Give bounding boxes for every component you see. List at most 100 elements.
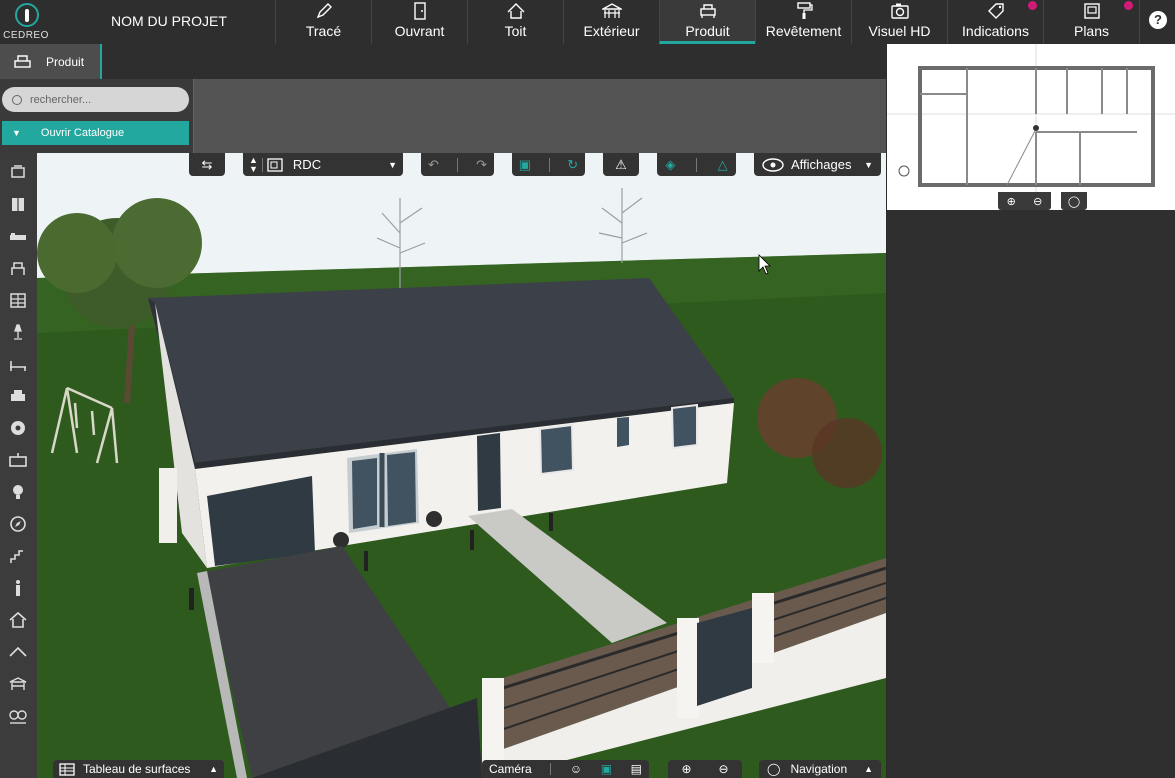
- ball-icon[interactable]: [8, 419, 28, 437]
- 3d-viewport[interactable]: [37, 153, 886, 778]
- tab-label: Visuel HD: [868, 23, 931, 39]
- left-toolbar: [0, 153, 37, 778]
- tab-ouvrant[interactable]: Ouvrant: [371, 0, 467, 44]
- zoom-out-icon[interactable]: ⊖: [1033, 195, 1042, 208]
- level-label: RDC: [292, 157, 322, 172]
- stairs-icon[interactable]: [8, 547, 28, 565]
- lamp-icon[interactable]: [8, 323, 28, 341]
- separator: [457, 157, 458, 172]
- surfaces-label: Tableau de surfaces: [83, 762, 191, 776]
- swap-view-button[interactable]: ⇆: [189, 153, 225, 176]
- roof-icon: [507, 3, 524, 19]
- separator: [548, 157, 550, 172]
- bench-icon[interactable]: [8, 355, 28, 373]
- house-icon[interactable]: [8, 611, 28, 629]
- search-input[interactable]: rechercher...: [2, 87, 189, 112]
- updown-icon: ▲ ▼: [249, 154, 258, 174]
- tab-label: Tracé: [305, 23, 342, 39]
- shelf-icon[interactable]: [8, 291, 28, 309]
- separator: [550, 763, 552, 775]
- tab-exterieur[interactable]: Extérieur: [563, 0, 659, 44]
- chevron-up-icon: ▲: [209, 764, 218, 774]
- gazebo-icon[interactable]: [8, 675, 28, 693]
- undo-icon[interactable]: ↶: [428, 157, 439, 173]
- chevron-down-icon: ▼: [388, 159, 397, 170]
- table-icon: [59, 762, 75, 776]
- chair-icon[interactable]: [8, 259, 28, 277]
- floor-plan-icon: [267, 157, 283, 172]
- open-catalogue-button[interactable]: ▼ Ouvrir Catalogue: [2, 121, 189, 145]
- project-name[interactable]: NOM DU PROJET: [111, 13, 227, 29]
- undo-redo: ↶ ↷: [421, 153, 494, 176]
- navigation-menu[interactable]: ◯ Navigation ▲: [759, 760, 881, 778]
- wall-object-icon[interactable]: [8, 163, 28, 181]
- help-button[interactable]: ?: [1139, 0, 1175, 44]
- terrain-icon[interactable]: △: [718, 157, 728, 173]
- cedreo-logo[interactable]: CEDREO: [0, 0, 60, 44]
- panel-left: rechercher... ▼ Ouvrir Catalogue: [0, 79, 194, 153]
- catalogue-label: Ouvrir Catalogue: [40, 127, 125, 139]
- zoom-out-icon[interactable]: ⊖: [718, 762, 728, 776]
- tab-produit[interactable]: Produit: [659, 0, 755, 44]
- minimap-pan-button[interactable]: ◯: [1061, 192, 1087, 210]
- tab-visuel-hd[interactable]: Visuel HD: [851, 0, 947, 44]
- redo-icon[interactable]: ↷: [476, 157, 487, 173]
- tab-indications[interactable]: Indications: [947, 0, 1043, 44]
- subtab-produit[interactable]: Produit: [0, 44, 102, 79]
- camera-icon: [890, 3, 909, 19]
- layers-icon[interactable]: ◈: [665, 157, 675, 173]
- search-icon: [12, 94, 22, 105]
- minimap-zoom: ⊕ ⊖: [998, 192, 1051, 210]
- display-label: Affichages: [791, 157, 852, 172]
- warning-button[interactable]: ⚠: [603, 153, 639, 176]
- product-tools: ▣ ↻: [512, 153, 585, 176]
- cabinet-icon[interactable]: [8, 195, 28, 213]
- display-menu[interactable]: Affichages ▼: [754, 153, 881, 176]
- cube-view-icon[interactable]: ▣: [601, 762, 612, 776]
- armchair-icon[interactable]: [8, 387, 28, 405]
- pencil-icon: [316, 3, 332, 19]
- zoom-in-icon[interactable]: ⊕: [1007, 195, 1016, 208]
- chevron-down-icon: ▼: [12, 128, 21, 138]
- navigation-label: Navigation: [790, 762, 848, 776]
- tab-label: Plans: [1073, 23, 1110, 39]
- level-selector[interactable]: ▲ ▼ RDC ▼: [243, 153, 403, 176]
- tab-label: Produit: [685, 23, 730, 39]
- zoom-in-icon[interactable]: ⊕: [681, 762, 691, 776]
- main-nav: Tracé Ouvrant Toit Extérieur Produit Rev…: [275, 0, 1139, 44]
- bulb-icon[interactable]: [8, 483, 28, 501]
- tab-trace[interactable]: Tracé: [275, 0, 371, 44]
- separator: [261, 157, 263, 172]
- tree-icon[interactable]: [8, 707, 28, 725]
- roof-line-icon[interactable]: [8, 643, 28, 661]
- zoom-tools: ⊕ ⊖: [668, 760, 742, 778]
- tab-label: Extérieur: [583, 23, 640, 39]
- notification-badge: [1124, 1, 1133, 10]
- camera-tools: Caméra ☺ ▣ ▤: [482, 760, 649, 778]
- floor-plan-minimap[interactable]: [887, 44, 1175, 210]
- sink-icon[interactable]: [8, 451, 28, 469]
- tab-toit[interactable]: Toit: [467, 0, 563, 44]
- person-view-icon[interactable]: ☺: [570, 762, 582, 776]
- surfaces-table-button[interactable]: Tableau de surfaces ▲: [53, 760, 224, 778]
- paint-roller-icon: [796, 2, 813, 19]
- tab-label: Ouvrant: [394, 23, 445, 39]
- compass-icon[interactable]: [8, 515, 28, 533]
- camera-label[interactable]: Caméra: [489, 762, 532, 776]
- right-panel: [887, 210, 1175, 778]
- product-edit-icon[interactable]: ▣: [519, 157, 531, 173]
- minimap-plan[interactable]: [887, 44, 1175, 210]
- bed-icon[interactable]: [8, 227, 28, 245]
- sofa-icon: [699, 4, 716, 18]
- tab-revetement[interactable]: Revêtement: [755, 0, 851, 44]
- eye-icon: [762, 157, 784, 172]
- mouse-icon: ◯: [1067, 195, 1081, 208]
- tab-plans[interactable]: Plans: [1043, 0, 1139, 44]
- top-bar: CEDREO NOM DU PROJET Tracé Ouvrant Toit …: [0, 0, 1175, 44]
- person-icon[interactable]: [8, 579, 28, 597]
- magnet-icon[interactable]: ↻: [567, 157, 578, 173]
- swap-icon: ⇆: [201, 156, 213, 172]
- 3d-scene[interactable]: [37, 153, 886, 778]
- elevation-icon[interactable]: ▤: [631, 762, 642, 776]
- chevron-down-icon: ▼: [864, 159, 873, 170]
